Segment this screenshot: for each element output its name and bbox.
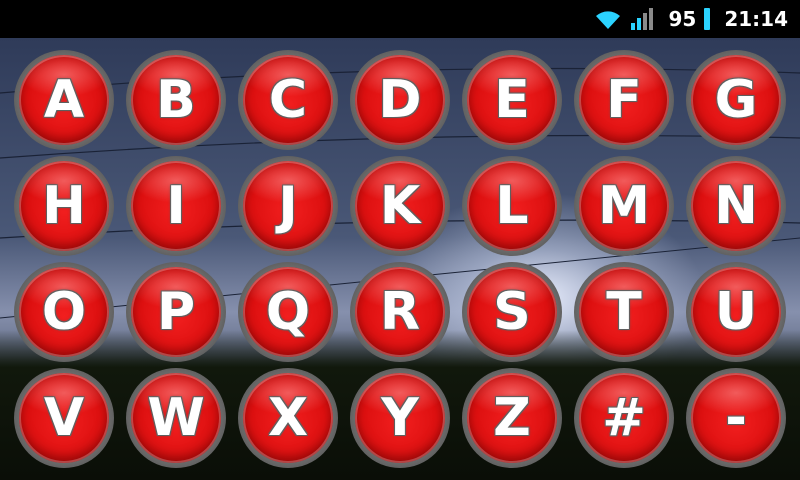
key-face: -	[691, 373, 781, 463]
key-face: L	[467, 161, 557, 251]
key-label: O	[41, 282, 87, 342]
key-label: H	[42, 176, 86, 236]
letter-key-a[interactable]: A	[14, 50, 114, 150]
key-face: C	[243, 55, 333, 145]
signal-icon	[630, 7, 656, 31]
wifi-icon	[594, 8, 622, 30]
key-label: T	[606, 282, 642, 342]
key-label: Y	[381, 388, 419, 448]
letter-key-b[interactable]: B	[126, 50, 226, 150]
key-face: I	[131, 161, 221, 251]
key-face: T	[579, 267, 669, 357]
key-face: M	[579, 161, 669, 251]
letter-key-y[interactable]: Y	[350, 368, 450, 468]
key-label: E	[494, 70, 530, 130]
letter-key-x[interactable]: X	[238, 368, 338, 468]
key-face: O	[19, 267, 109, 357]
key-face: W	[131, 373, 221, 463]
key-label: L	[495, 176, 529, 236]
key-face: A	[19, 55, 109, 145]
letter-key-d[interactable]: D	[350, 50, 450, 150]
letter-key-f[interactable]: F	[574, 50, 674, 150]
key-face: J	[243, 161, 333, 251]
key-face: S	[467, 267, 557, 357]
key-label: #	[602, 388, 646, 448]
letter-key-i[interactable]: I	[126, 156, 226, 256]
key-face: K	[355, 161, 445, 251]
status-bar: 95 21:14	[0, 0, 800, 38]
key-face: U	[691, 267, 781, 357]
key-label: -	[725, 388, 747, 448]
letter-key-w[interactable]: W	[126, 368, 226, 468]
letter-key-u[interactable]: U	[686, 262, 786, 362]
key-label: I	[166, 176, 186, 236]
key-label: R	[379, 282, 421, 342]
letter-key-v[interactable]: V	[14, 368, 114, 468]
letter-key-dash[interactable]: -	[686, 368, 786, 468]
key-label: N	[714, 176, 758, 236]
key-face: F	[579, 55, 669, 145]
battery-icon	[704, 8, 711, 30]
letter-key-c[interactable]: C	[238, 50, 338, 150]
letter-key-k[interactable]: K	[350, 156, 450, 256]
key-face: P	[131, 267, 221, 357]
key-label: X	[267, 388, 309, 448]
letter-key-hash[interactable]: #	[574, 368, 674, 468]
key-face: G	[691, 55, 781, 145]
letter-key-l[interactable]: L	[462, 156, 562, 256]
battery-level: 95	[668, 7, 697, 31]
key-label: G	[714, 70, 758, 130]
key-label: M	[598, 176, 650, 236]
app-screen: A B C D E F G H I J K L M N O P Q R S T U V W X Y Z # -	[0, 38, 800, 480]
letter-grid: A B C D E F G H I J K L M N O P Q R S T U V W X Y Z # -	[0, 38, 800, 480]
key-face: R	[355, 267, 445, 357]
letter-key-e[interactable]: E	[462, 50, 562, 150]
key-label: Z	[493, 388, 531, 448]
key-face: B	[131, 55, 221, 145]
letter-key-q[interactable]: Q	[238, 262, 338, 362]
key-label: A	[43, 70, 85, 130]
letter-key-z[interactable]: Z	[462, 368, 562, 468]
key-label: V	[43, 388, 85, 448]
letter-key-p[interactable]: P	[126, 262, 226, 362]
key-label: B	[156, 70, 196, 130]
letter-key-g[interactable]: G	[686, 50, 786, 150]
key-label: K	[379, 176, 421, 236]
key-face: E	[467, 55, 557, 145]
key-face: Q	[243, 267, 333, 357]
letter-key-n[interactable]: N	[686, 156, 786, 256]
key-label: C	[268, 70, 308, 130]
key-face: X	[243, 373, 333, 463]
key-label: S	[493, 282, 531, 342]
key-face: #	[579, 373, 669, 463]
key-label: F	[606, 70, 642, 130]
clock: 21:14	[724, 7, 788, 31]
key-face: Z	[467, 373, 557, 463]
key-face: D	[355, 55, 445, 145]
letter-key-h[interactable]: H	[14, 156, 114, 256]
key-face: H	[19, 161, 109, 251]
letter-key-t[interactable]: T	[574, 262, 674, 362]
key-label: J	[278, 176, 298, 236]
letter-key-o[interactable]: O	[14, 262, 114, 362]
key-label: P	[156, 282, 196, 342]
letter-key-r[interactable]: R	[350, 262, 450, 362]
key-label: D	[378, 70, 422, 130]
letter-key-m[interactable]: M	[574, 156, 674, 256]
key-face: Y	[355, 373, 445, 463]
letter-key-j[interactable]: J	[238, 156, 338, 256]
key-face: N	[691, 161, 781, 251]
key-label: W	[147, 388, 205, 448]
letter-key-s[interactable]: S	[462, 262, 562, 362]
key-label: U	[714, 282, 758, 342]
key-face: V	[19, 373, 109, 463]
key-label: Q	[265, 282, 311, 342]
